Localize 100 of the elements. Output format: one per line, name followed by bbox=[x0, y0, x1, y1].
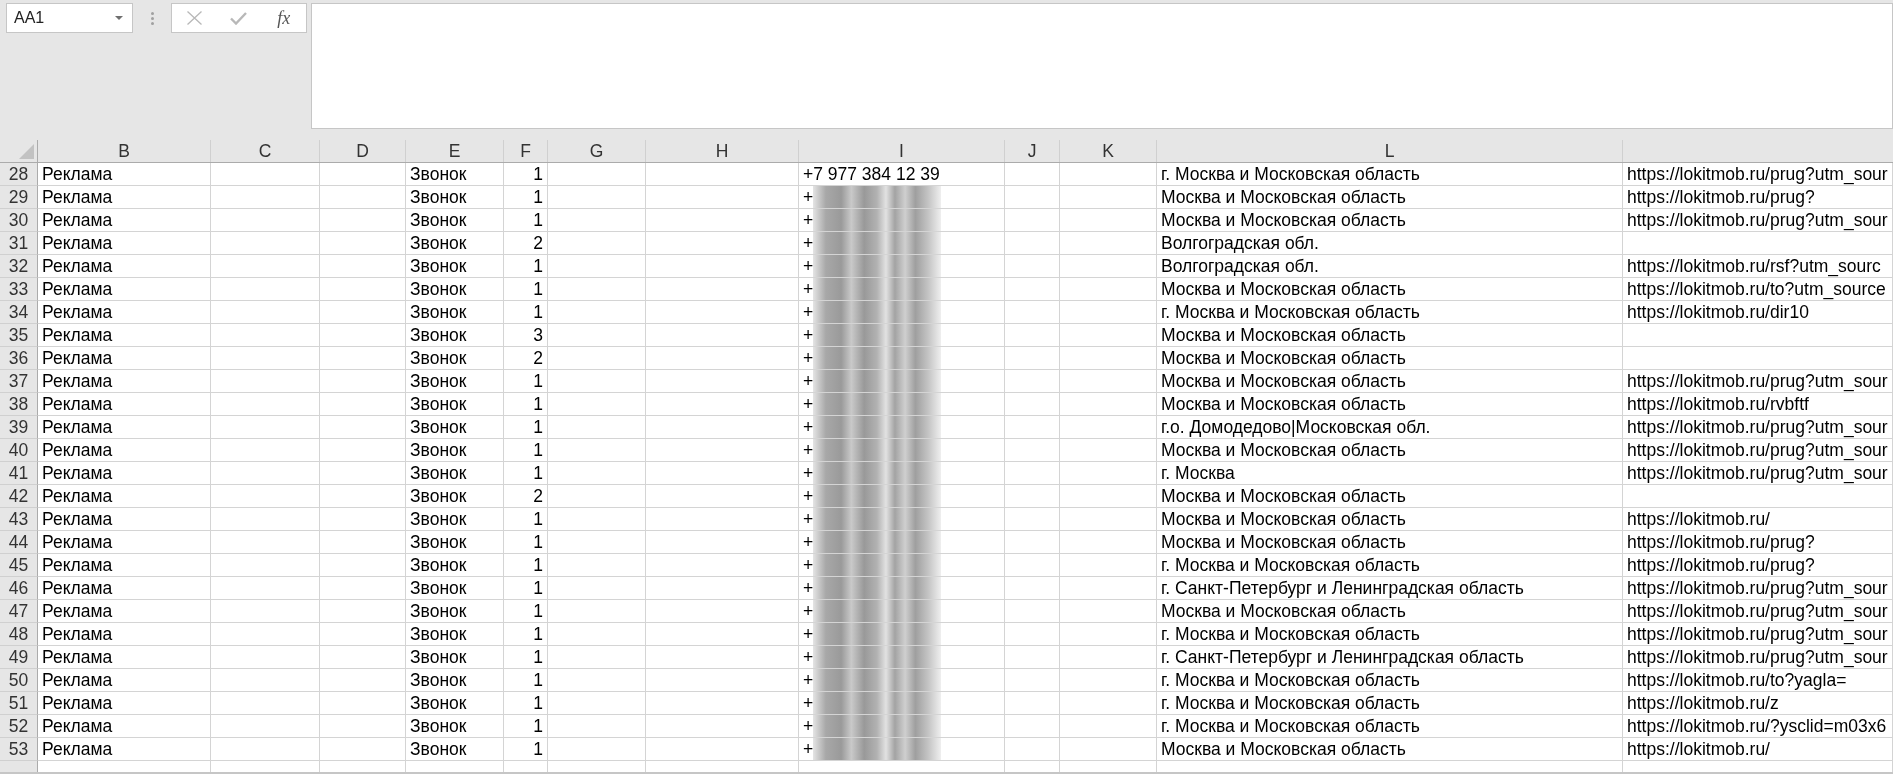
row-header[interactable]: 28 bbox=[0, 163, 38, 186]
table-cell: Реклама bbox=[38, 715, 211, 738]
column-header[interactable]: B bbox=[38, 140, 211, 162]
table-cell: Звонок bbox=[406, 531, 504, 554]
table-cell: 1 bbox=[504, 278, 548, 301]
table-cell: г. Москва и Московская область bbox=[1157, 163, 1623, 186]
table-cell: Реклама bbox=[38, 301, 211, 324]
column-header[interactable]: L bbox=[1157, 140, 1623, 162]
table-cell: 1 bbox=[504, 692, 548, 715]
row-header[interactable]: 38 bbox=[0, 393, 38, 416]
row-header[interactable]: 48 bbox=[0, 623, 38, 646]
name-box[interactable]: AA1 bbox=[6, 3, 133, 33]
check-icon bbox=[230, 11, 248, 25]
phone-number: + bbox=[803, 692, 814, 714]
row-header[interactable]: 47 bbox=[0, 600, 38, 623]
phone-number: + bbox=[803, 554, 814, 576]
table-cell: Реклама bbox=[38, 531, 211, 554]
table-cell: Звонок bbox=[406, 485, 504, 508]
table-cell: 1 bbox=[504, 163, 548, 186]
table-cell: Реклама bbox=[38, 577, 211, 600]
row-header[interactable]: 37 bbox=[0, 370, 38, 393]
column-header[interactable]: G bbox=[548, 140, 646, 162]
formula-input[interactable] bbox=[311, 3, 1893, 129]
table-cell: Реклама bbox=[38, 324, 211, 347]
table-cell: 1 bbox=[504, 623, 548, 646]
row-header[interactable]: 34 bbox=[0, 301, 38, 324]
table-cell: Звонок bbox=[406, 715, 504, 738]
row-header[interactable]: 35 bbox=[0, 324, 38, 347]
column-header[interactable]: D bbox=[320, 140, 406, 162]
table-cell: Москва и Московская область bbox=[1157, 393, 1623, 416]
phone-number: + bbox=[803, 209, 814, 231]
table-cell: 1 bbox=[504, 393, 548, 416]
table-cell: https://lokitmob.ru/prug?utm_sour bbox=[1623, 416, 1893, 439]
row-header[interactable]: 53 bbox=[0, 738, 38, 761]
table-cell: 2 bbox=[504, 347, 548, 370]
phone-number: + bbox=[803, 669, 814, 691]
row-header[interactable]: 41 bbox=[0, 462, 38, 485]
select-all-triangle-icon[interactable] bbox=[19, 144, 34, 159]
column-header[interactable]: J bbox=[1005, 140, 1060, 162]
row-header[interactable]: 45 bbox=[0, 554, 38, 577]
table-cell: 1 bbox=[504, 577, 548, 600]
table-cell: Волгоградская обл. bbox=[1157, 232, 1623, 255]
phone-number: + bbox=[803, 347, 814, 369]
row-header[interactable]: 49 bbox=[0, 646, 38, 669]
table-cell: г. Москва и Московская область bbox=[1157, 301, 1623, 324]
row-header[interactable]: 31 bbox=[0, 232, 38, 255]
table-cell: 1 bbox=[504, 669, 548, 692]
table-cell: Реклама bbox=[38, 416, 211, 439]
row-header[interactable]: 44 bbox=[0, 531, 38, 554]
row-header[interactable]: 30 bbox=[0, 209, 38, 232]
row-header[interactable]: 36 bbox=[0, 347, 38, 370]
table-cell: Москва и Московская область bbox=[1157, 485, 1623, 508]
row-header[interactable]: 33 bbox=[0, 278, 38, 301]
table-cell: Звонок bbox=[406, 646, 504, 669]
table-cell: https://lokitmob.ru/prug?utm_sour bbox=[1623, 370, 1893, 393]
row-header[interactable]: 50 bbox=[0, 669, 38, 692]
table-cell: Реклама bbox=[38, 278, 211, 301]
table-cell: 1 bbox=[504, 416, 548, 439]
column-header[interactable]: C bbox=[211, 140, 320, 162]
table-cell: г. Москва и Московская область bbox=[1157, 669, 1623, 692]
row-header[interactable]: 46 bbox=[0, 577, 38, 600]
table-cell: Звонок bbox=[406, 462, 504, 485]
table-cell: https://lokitmob.ru/prug?utm_sour bbox=[1623, 623, 1893, 646]
row-header[interactable]: 39 bbox=[0, 416, 38, 439]
row-header[interactable]: 40 bbox=[0, 439, 38, 462]
table-cell: Реклама bbox=[38, 347, 211, 370]
caret-icon[interactable] bbox=[115, 16, 123, 20]
row-header[interactable]: 43 bbox=[0, 508, 38, 531]
vertical-dots-icon[interactable] bbox=[150, 11, 154, 25]
table-cell: https://lokitmob.ru/prug? bbox=[1623, 554, 1893, 577]
table-cell: 1 bbox=[504, 554, 548, 577]
table-cell: https://lokitmob.ru/prug?utm_sour bbox=[1623, 163, 1893, 186]
table-cell: Звонок bbox=[406, 554, 504, 577]
table-cell: https://lokitmob.ru/to?yagla= bbox=[1623, 669, 1893, 692]
row-header[interactable]: 42 bbox=[0, 485, 38, 508]
table-cell: 1 bbox=[504, 531, 548, 554]
column-header[interactable]: F bbox=[504, 140, 548, 162]
row-header[interactable]: 52 bbox=[0, 715, 38, 738]
insert-function-button[interactable]: fx bbox=[275, 7, 293, 29]
table-cell: 3 bbox=[504, 324, 548, 347]
table-cell: Звонок bbox=[406, 301, 504, 324]
column-header[interactable]: E bbox=[406, 140, 504, 162]
table-cell: 1 bbox=[504, 646, 548, 669]
row-header[interactable]: 51 bbox=[0, 692, 38, 715]
phone-number: + bbox=[803, 232, 814, 254]
phone-number: + bbox=[803, 508, 814, 530]
table-cell: 1 bbox=[504, 209, 548, 232]
column-header[interactable]: K bbox=[1060, 140, 1157, 162]
table-cell: Звонок bbox=[406, 738, 504, 761]
table-cell: https://lokitmob.ru/z bbox=[1623, 692, 1893, 715]
column-header[interactable]: I bbox=[799, 140, 1005, 162]
table-cell: Реклама bbox=[38, 370, 211, 393]
table-cell: Реклама bbox=[38, 485, 211, 508]
row-header[interactable]: 32 bbox=[0, 255, 38, 278]
phone-number: + bbox=[803, 255, 814, 277]
row-header[interactable]: 29 bbox=[0, 186, 38, 209]
row-header[interactable] bbox=[0, 761, 38, 772]
table-cell: г. Москва и Московская область bbox=[1157, 623, 1623, 646]
table-cell: 1 bbox=[504, 715, 548, 738]
column-header[interactable]: H bbox=[646, 140, 799, 162]
